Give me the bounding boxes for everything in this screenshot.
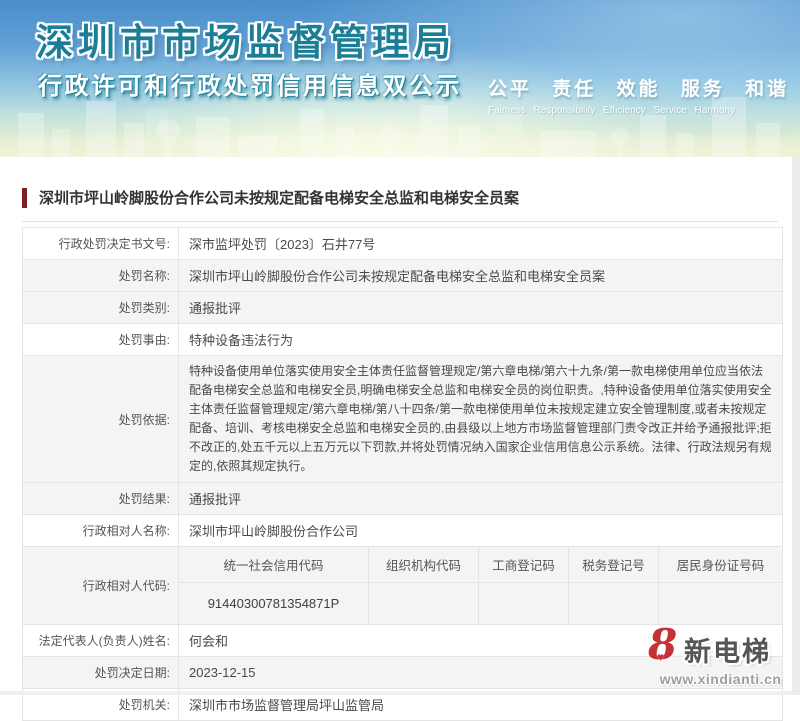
watermark-brand: 新电梯 bbox=[684, 630, 771, 669]
code-value-cell bbox=[659, 583, 782, 624]
case-title: 深圳市坪山岭脚股份合作公司未按规定配备电梯安全总监和电梯安全员案 bbox=[39, 187, 519, 208]
table-row: 行政处罚决定书文号:深市监坪处罚〔2023〕石井77号 bbox=[23, 228, 782, 260]
banner: 深圳市市场监督管理局 行政许可和行政处罚信用信息双公示 公平 责任 效能 服务 … bbox=[0, 0, 800, 157]
code-value-cell bbox=[569, 583, 658, 624]
watermark-top: 8 ♥ 新电梯 bbox=[648, 628, 793, 666]
row-label: 行政处罚决定书文号: bbox=[23, 228, 179, 259]
xindianti-watermark: 8 ♥ 新电梯 www.xindianti.cn bbox=[648, 628, 793, 687]
banner-subtitle: 行政许可和行政处罚信用信息双公示 bbox=[38, 66, 462, 101]
code-column: 税务登记号 bbox=[568, 547, 658, 624]
row-label: 处罚依据: bbox=[23, 356, 179, 482]
code-value-cell bbox=[369, 583, 478, 624]
code-header-cell: 税务登记号 bbox=[569, 547, 658, 583]
row-label: 处罚决定日期: bbox=[23, 657, 179, 688]
page-edge-right bbox=[792, 157, 800, 695]
table-row: 处罚结果:通报批评 bbox=[23, 483, 782, 515]
title-marker-bar bbox=[22, 188, 27, 208]
row-value: 特种设备违法行为 bbox=[179, 324, 782, 355]
row-value: 通报批评 bbox=[179, 292, 782, 323]
title-divider bbox=[22, 221, 778, 222]
code-column: 工商登记码 bbox=[478, 547, 568, 624]
code-sub-table: 统一社会信用代码91440300781354871P组织机构代码工商登记码税务登… bbox=[179, 547, 782, 624]
motto-english: Faimess Responsibility Efficiency Servic… bbox=[488, 105, 789, 116]
row-label: 法定代表人(负责人)姓名: bbox=[23, 625, 179, 656]
table-row: 处罚名称:深圳市坪山岭脚股份合作公司未按规定配备电梯安全总监和电梯安全员案 bbox=[23, 260, 782, 292]
page-edge-bottom bbox=[0, 691, 792, 695]
table-row: 行政相对人名称:深圳市坪山岭脚股份合作公司 bbox=[23, 515, 782, 547]
table-row: 处罚类别:通报批评 bbox=[23, 292, 782, 324]
watermark-url: www.xindianti.cn bbox=[648, 671, 793, 687]
row-value: 特种设备使用单位落实使用安全主体责任监督管理规定/第六章电梯/第六十九条/第一款… bbox=[179, 356, 782, 482]
agency-title: 深圳市市场监督管理局 bbox=[36, 12, 456, 66]
code-header-cell: 居民身份证号码 bbox=[659, 547, 782, 583]
row-value: 深圳市坪山岭脚股份合作公司未按规定配备电梯安全总监和电梯安全员案 bbox=[179, 260, 782, 291]
row-label: 处罚结果: bbox=[23, 483, 179, 514]
code-value-cell: 91440300781354871P bbox=[179, 583, 368, 624]
row-value: 深圳市坪山岭脚股份合作公司 bbox=[179, 515, 782, 546]
banner-motto: 公平 责任 效能 服务 和谐 Faimess Responsibility Ef… bbox=[488, 74, 789, 116]
code-column: 统一社会信用代码91440300781354871P bbox=[179, 547, 368, 624]
row-value: 通报批评 bbox=[179, 483, 782, 514]
code-column: 组织机构代码 bbox=[368, 547, 478, 624]
code-header-cell: 组织机构代码 bbox=[369, 547, 478, 583]
row-label: 行政相对人代码: bbox=[23, 547, 179, 624]
code-column: 居民身份证号码 bbox=[658, 547, 782, 624]
code-header-cell: 统一社会信用代码 bbox=[179, 547, 368, 583]
table-row: 行政相对人代码:统一社会信用代码91440300781354871P组织机构代码… bbox=[23, 547, 782, 625]
row-label: 处罚事由: bbox=[23, 324, 179, 355]
table-row: 处罚依据:特种设备使用单位落实使用安全主体责任监督管理规定/第六章电梯/第六十九… bbox=[23, 356, 782, 483]
table-row: 处罚事由:特种设备违法行为 bbox=[23, 324, 782, 356]
row-label: 行政相对人名称: bbox=[23, 515, 179, 546]
row-label: 处罚类别: bbox=[23, 292, 179, 323]
motto-chinese: 公平 责任 效能 服务 和谐 bbox=[488, 74, 789, 101]
row-value: 深市监坪处罚〔2023〕石井77号 bbox=[179, 228, 782, 259]
row-label: 处罚名称: bbox=[23, 260, 179, 291]
code-value-cell bbox=[479, 583, 568, 624]
code-header-cell: 工商登记码 bbox=[479, 547, 568, 583]
heart-icon: ♥ bbox=[657, 650, 664, 664]
case-title-row: 深圳市坪山岭脚股份合作公司未按规定配备电梯安全总监和电梯安全员案 bbox=[22, 187, 778, 208]
